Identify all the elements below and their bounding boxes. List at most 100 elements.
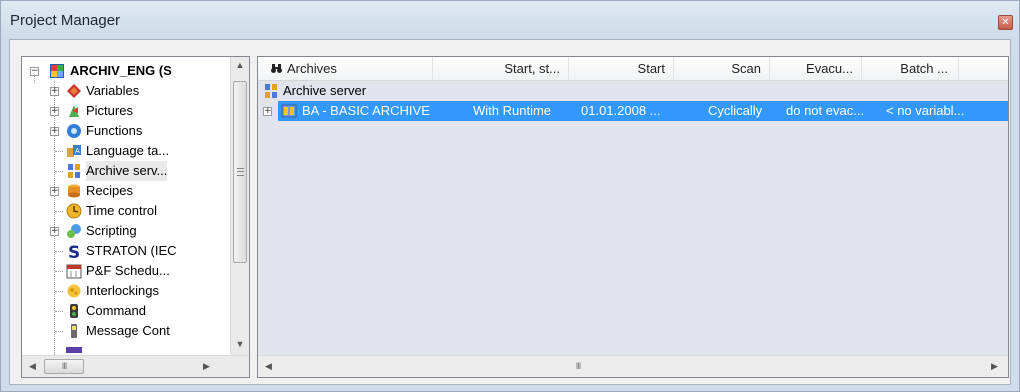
scroll-thumb[interactable]: III <box>44 359 84 374</box>
scroll-right-arrow[interactable]: ▶ <box>986 356 1003 377</box>
tree-item-recipes[interactable]: + Recipes <box>22 181 230 201</box>
column-header-start-stop[interactable]: Start, st... <box>433 57 569 81</box>
scroll-down-arrow[interactable]: ▼ <box>231 336 249 353</box>
scripting-icon <box>67 224 81 238</box>
archive-icon <box>281 104 297 118</box>
tree-label: Language ta... <box>86 143 170 158</box>
tree-label: Command <box>86 303 146 318</box>
expand-toggle[interactable]: + <box>50 127 59 136</box>
recipes-icon <box>68 184 80 198</box>
column-header-archives[interactable]: Archives <box>258 57 433 81</box>
scroll-right-arrow[interactable]: ▶ <box>198 356 215 377</box>
tree-item-message-control[interactable]: Message Cont <box>22 321 230 341</box>
tree-item-variables[interactable]: + Variables <box>22 81 230 101</box>
archive-server-icon <box>68 164 80 178</box>
tree-item-functions[interactable]: + Functions <box>22 121 230 141</box>
project-manager-window: Project Manager ✕ − ARCHIV_ENG (S + Vari… <box>0 0 1020 392</box>
next-item-icon-partial <box>66 347 82 353</box>
expand-toggle[interactable]: + <box>50 187 59 196</box>
tree-item-interlockings[interactable]: Interlockings <box>22 281 230 301</box>
column-header-label: Scan <box>731 61 761 76</box>
tree-label: Interlockings <box>86 283 159 298</box>
tree-item-command[interactable]: Command <box>22 301 230 321</box>
tree-item-root[interactable]: − ARCHIV_ENG (S <box>22 61 230 81</box>
tree-label: Recipes <box>86 183 133 198</box>
tree-connector <box>55 311 63 312</box>
scroll-up-arrow[interactable]: ▲ <box>231 57 249 74</box>
scroll-thumb[interactable] <box>233 81 247 263</box>
tree-item-scripting[interactable]: + Scripting <box>22 221 230 241</box>
column-header-label: Evacu... <box>806 61 853 76</box>
column-header-label: Archives <box>287 61 337 76</box>
tree-item-time-control[interactable]: Time control <box>22 201 230 221</box>
cell-batch: < no variabl... <box>886 103 965 118</box>
column-header-bar: Archives Start, st... Start Scan Evacu..… <box>258 57 1008 81</box>
cell-evacuation: do not evac... <box>786 103 865 118</box>
cell-start: 01.01.2008 ... <box>581 103 661 118</box>
command-icon <box>70 304 78 318</box>
cell-scan: Cyclically <box>708 103 763 118</box>
straton-icon: S <box>68 243 80 259</box>
language-table-icon: A <box>67 145 81 157</box>
tree-item-straton[interactable]: S STRATON (IEC <box>22 241 230 261</box>
tree-label: STRATON (IEC <box>86 243 177 258</box>
variables-icon <box>67 84 81 98</box>
table-row[interactable]: + BA - BASIC ARCHIVE With Runtime 01.01.… <box>258 101 1008 121</box>
tree-connector <box>55 211 63 212</box>
clock-icon <box>66 203 82 219</box>
collapse-toggle[interactable]: − <box>30 67 39 76</box>
column-header-start[interactable]: Start <box>569 57 674 81</box>
tree-connector <box>55 171 63 172</box>
tree-label: Functions <box>86 123 143 138</box>
scroll-thumb[interactable]: III <box>278 359 878 374</box>
project-icon <box>50 64 64 78</box>
svg-text:A: A <box>75 147 80 155</box>
tree-label: Time control <box>86 203 158 218</box>
cell-archive-name: BA - BASIC ARCHIVE <box>302 103 430 118</box>
column-header-scan[interactable]: Scan <box>674 57 770 81</box>
pictures-icon <box>69 105 79 117</box>
expand-toggle[interactable]: + <box>263 107 272 116</box>
column-header-label: Batch ... <box>900 61 948 76</box>
column-header-evacuation[interactable]: Evacu... <box>770 57 862 81</box>
list-horizontal-scrollbar[interactable]: ◀ III ▶ <box>258 355 1008 377</box>
message-control-icon <box>71 324 77 338</box>
tree-item-language-table[interactable]: A Language ta... <box>22 141 230 161</box>
svg-text:S: S <box>68 243 80 259</box>
column-header-label: Start, st... <box>504 61 560 76</box>
expand-toggle[interactable]: + <box>50 227 59 236</box>
close-button[interactable]: ✕ <box>998 15 1013 30</box>
column-header-batch[interactable]: Batch ... <box>862 57 959 81</box>
tree-label: P&F Schedu... <box>86 263 170 278</box>
title-bar[interactable]: Project Manager ✕ <box>1 1 1019 39</box>
window-title: Project Manager <box>10 12 121 29</box>
tree-connector <box>55 331 63 332</box>
tree-label: Pictures <box>86 103 133 118</box>
cell-start-stop: With Runtime <box>473 103 552 118</box>
tree-horizontal-scrollbar[interactable]: ◀ III ▶ <box>22 355 249 377</box>
tree-label: ARCHIV_ENG (S <box>70 63 172 78</box>
binoculars-icon <box>271 64 282 73</box>
tree-item-archive-server[interactable]: Archive serv... <box>22 161 230 181</box>
expand-toggle[interactable]: + <box>50 87 59 96</box>
scroll-left-arrow[interactable]: ◀ <box>24 356 41 377</box>
tree-connector <box>55 271 63 272</box>
tree-label: Message Cont <box>86 323 170 338</box>
tree-connector <box>55 291 63 292</box>
tree-label: Variables <box>86 83 140 98</box>
column-header-label: Start <box>637 61 665 76</box>
tree-vertical-scrollbar[interactable]: ▲ ▼ <box>230 57 249 356</box>
group-row-archive-server[interactable]: Archive server <box>258 81 1008 101</box>
tree-item-pf-scheduler[interactable]: P&F Schedu... <box>22 261 230 281</box>
expand-toggle[interactable]: + <box>50 107 59 116</box>
archive-server-icon <box>265 84 277 98</box>
project-tree[interactable]: − ARCHIV_ENG (S + Variables + Pictures +… <box>21 56 250 378</box>
scroll-left-arrow[interactable]: ◀ <box>260 356 277 377</box>
archive-list-view[interactable]: Archives Start, st... Start Scan Evacu..… <box>257 56 1009 378</box>
interlockings-icon <box>67 284 81 298</box>
tree-item-pictures[interactable]: + Pictures <box>22 101 230 121</box>
group-label: Archive server <box>283 83 367 98</box>
tree-connector <box>55 251 63 252</box>
scroll-grip <box>237 168 244 176</box>
tree-label: Scripting <box>86 223 137 238</box>
